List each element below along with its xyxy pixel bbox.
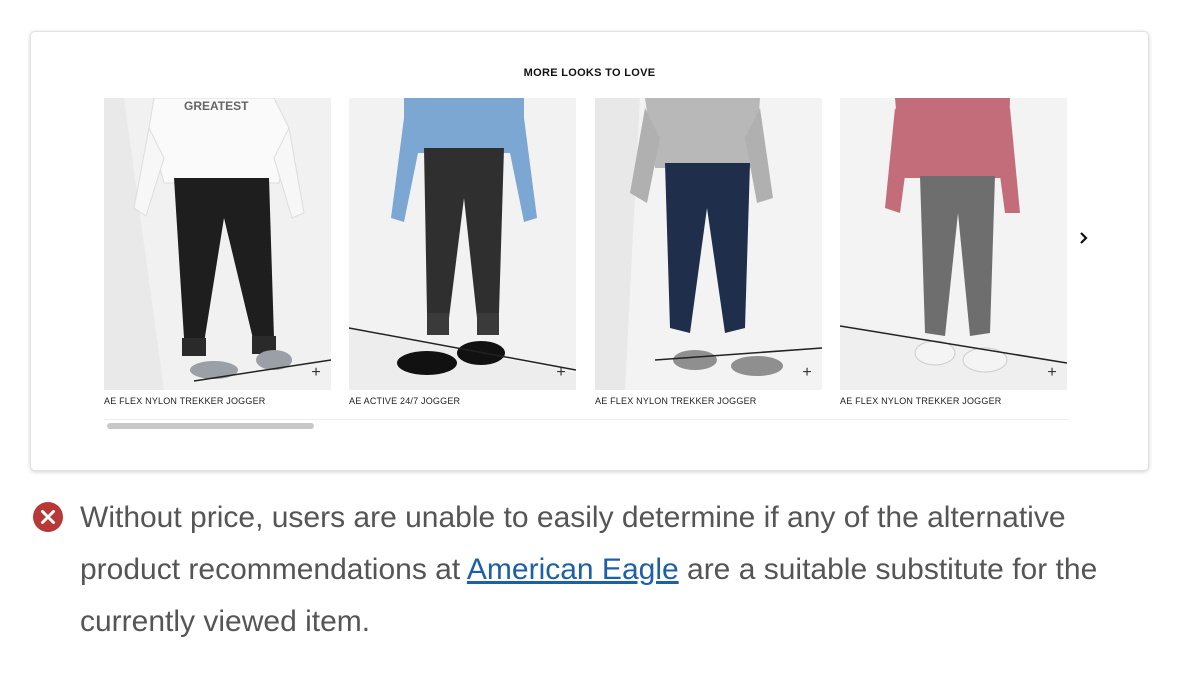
- product-name[interactable]: AE FLEX NYLON TREKKER JOGGER: [595, 396, 822, 406]
- carousel-title: MORE LOOKS TO LOVE: [523, 67, 656, 79]
- product-name[interactable]: AE FLEX NYLON TREKKER JOGGER: [104, 396, 331, 406]
- product-image[interactable]: [840, 98, 1067, 390]
- product-image[interactable]: GREATEST: [104, 98, 331, 390]
- product-card[interactable]: + AE FLEX NYLON TREKKER JOGGER: [840, 98, 1067, 406]
- product-image[interactable]: [595, 98, 822, 390]
- product-card[interactable]: + AE ACTIVE 24/7 JOGGER: [349, 98, 576, 406]
- product-name[interactable]: AE FLEX NYLON TREKKER JOGGER: [840, 396, 1067, 406]
- product-image[interactable]: [349, 98, 576, 390]
- add-to-bag-button[interactable]: +: [307, 364, 325, 382]
- add-to-bag-button[interactable]: +: [798, 364, 816, 382]
- american-eagle-link[interactable]: American Eagle: [467, 553, 679, 586]
- recommendations-card: MORE LOOKS TO LOVE GREATEST + AE FLEX NY…: [30, 31, 1149, 471]
- add-to-bag-button[interactable]: +: [1043, 364, 1061, 382]
- sweatshirt-print: GREATEST: [184, 99, 249, 113]
- product-name[interactable]: AE ACTIVE 24/7 JOGGER: [349, 396, 576, 406]
- product-card[interactable]: + AE FLEX NYLON TREKKER JOGGER: [595, 98, 822, 406]
- carousel-scrollbar[interactable]: [104, 419, 1068, 432]
- scrollbar-thumb[interactable]: [107, 423, 314, 429]
- note-text: Without price, users are unable to easil…: [80, 492, 1160, 648]
- product-card[interactable]: GREATEST + AE FLEX NYLON TREKKER JOGGER: [104, 98, 331, 406]
- product-carousel: GREATEST + AE FLEX NYLON TREKKER JOGGER: [104, 98, 1068, 428]
- add-to-bag-button[interactable]: +: [552, 364, 570, 382]
- error-x-icon: [33, 502, 63, 532]
- chevron-right-icon[interactable]: [1074, 228, 1094, 248]
